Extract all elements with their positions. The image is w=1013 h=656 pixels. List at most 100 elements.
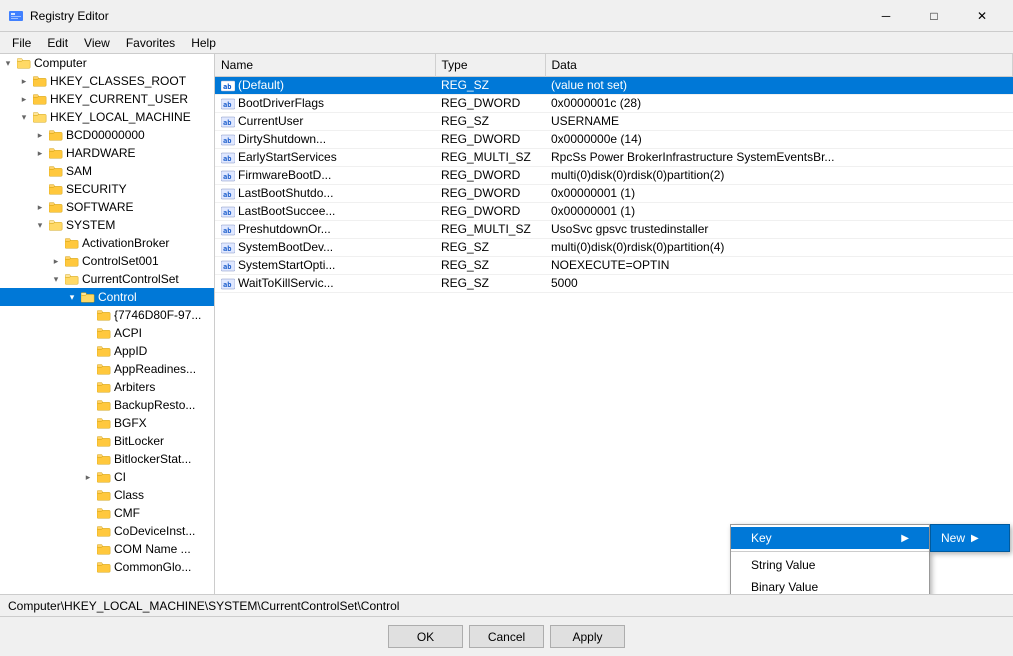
tree-label-hkcu: HKEY_CURRENT_USER (50, 92, 188, 106)
tree-item-activationbroker[interactable]: ActivationBroker (0, 234, 214, 252)
table-row[interactable]: abLastBootShutdo...REG_DWORD0x00000001 (… (215, 184, 1013, 202)
menu-item-favorites[interactable]: Favorites (118, 34, 183, 52)
menu-bar: FileEditViewFavoritesHelp (0, 32, 1013, 54)
tree-item-appid[interactable]: AppID (0, 342, 214, 360)
table-row[interactable]: abSystemBootDev...REG_SZmulti(0)disk(0)r… (215, 238, 1013, 256)
expand-arrow-bcd[interactable]: ▸ (32, 127, 48, 143)
tree-item-codeviceinst[interactable]: CoDeviceInst... (0, 522, 214, 540)
table-row[interactable]: abBootDriverFlagsREG_DWORD0x0000001c (28… (215, 94, 1013, 112)
ctx-key-item[interactable]: Key ▶ (731, 527, 929, 549)
expand-arrow-hklm[interactable]: ▾ (16, 109, 32, 125)
expand-arrow-ci[interactable]: ▸ (80, 469, 96, 485)
reg-value-icon: ab (221, 114, 238, 128)
tree-label-hardware: HARDWARE (66, 146, 136, 160)
submenu-new-label: New ▶ (930, 524, 1010, 552)
window-controls[interactable]: ─ □ ✕ (863, 1, 1005, 31)
menu-item-edit[interactable]: Edit (39, 34, 76, 52)
reg-value-icon: ab (221, 258, 238, 272)
tree-item-bgfx[interactable]: BGFX (0, 414, 214, 432)
ctx-separator (731, 551, 929, 552)
tree-item-hkcu[interactable]: ▸ HKEY_CURRENT_USER (0, 90, 214, 108)
svg-text:ab: ab (223, 173, 231, 181)
expand-arrow-system[interactable]: ▾ (32, 217, 48, 233)
minimize-button[interactable]: ─ (863, 1, 909, 31)
expand-arrow-software[interactable]: ▸ (32, 199, 48, 215)
expand-arrow-hkcu[interactable]: ▸ (16, 91, 32, 107)
folder-icon-appid (96, 344, 112, 358)
svg-text:ab: ab (223, 245, 231, 253)
tree-item-controlset001[interactable]: ▸ ControlSet001 (0, 252, 214, 270)
tree-item-ci[interactable]: ▸ CI (0, 468, 214, 486)
tree-item-arbiters[interactable]: Arbiters (0, 378, 214, 396)
tree-item-7746d80f[interactable]: {7746D80F-97... (0, 306, 214, 324)
folder-icon-bitlockerstat (96, 452, 112, 466)
expand-arrow-controlset001[interactable]: ▸ (48, 253, 64, 269)
table-row[interactable]: abWaitToKillServic...REG_SZ5000 (215, 274, 1013, 292)
table-row[interactable]: abFirmwareBootD...REG_DWORDmulti(0)disk(… (215, 166, 1013, 184)
reg-value-icon: ab (221, 168, 238, 182)
tree-item-software[interactable]: ▸ SOFTWARE (0, 198, 214, 216)
tree-item-sam[interactable]: SAM (0, 162, 214, 180)
tree-item-acpi[interactable]: ACPI (0, 324, 214, 342)
tree-item-hardware[interactable]: ▸ HARDWARE (0, 144, 214, 162)
table-row[interactable]: abSystemStartOpti...REG_SZNOEXECUTE=OPTI… (215, 256, 1013, 274)
folder-icon-cmf (96, 506, 112, 520)
tree-item-currentcontrolset[interactable]: ▾ CurrentControlSet (0, 270, 214, 288)
table-row[interactable]: abLastBootSuccee...REG_DWORD0x00000001 (… (215, 202, 1013, 220)
menu-item-view[interactable]: View (76, 34, 118, 52)
expand-arrow-acpi (80, 325, 96, 341)
cancel-button[interactable]: Cancel (469, 625, 544, 648)
app-icon (8, 8, 24, 24)
svg-text:ab: ab (223, 209, 231, 217)
tree-item-hkcr[interactable]: ▸ HKEY_CLASSES_ROOT (0, 72, 214, 90)
folder-icon-hklm (32, 110, 48, 124)
expand-arrow-hardware[interactable]: ▸ (32, 145, 48, 161)
tree-item-comname[interactable]: COM Name ... (0, 540, 214, 558)
ok-button[interactable]: OK (388, 625, 463, 648)
cell-name: abDirtyShutdown... (215, 130, 435, 148)
ctx-binary-value[interactable]: Binary Value (731, 576, 929, 594)
menu-item-help[interactable]: Help (183, 34, 224, 52)
reg-value-icon: ab (221, 240, 238, 254)
table-row[interactable]: ab(Default)REG_SZ(value not set) (215, 76, 1013, 94)
tree-item-hklm[interactable]: ▾ HKEY_LOCAL_MACHINE (0, 108, 214, 126)
registry-table-container[interactable]: Name Type Data ab(Default)REG_SZ(value n… (215, 54, 1013, 594)
tree-item-cmf[interactable]: CMF (0, 504, 214, 522)
table-row[interactable]: abPreshutdownOr...REG_MULTI_SZUsoSvc gps… (215, 220, 1013, 238)
col-header-data: Data (545, 54, 1013, 76)
expand-arrow-arbiters (80, 379, 96, 395)
tree-item-security[interactable]: SECURITY (0, 180, 214, 198)
folder-icon-sam (48, 164, 64, 178)
tree-item-system[interactable]: ▾ SYSTEM (0, 216, 214, 234)
expand-arrow-currentcontrolset[interactable]: ▾ (48, 271, 64, 287)
tree-item-backuprestore[interactable]: BackupResto... (0, 396, 214, 414)
close-button[interactable]: ✕ (959, 1, 1005, 31)
tree-item-bcd[interactable]: ▸ BCD00000000 (0, 126, 214, 144)
table-row[interactable]: abCurrentUserREG_SZUSERNAME (215, 112, 1013, 130)
cell-type: REG_DWORD (435, 202, 545, 220)
tree-label-computer: Computer (34, 56, 87, 70)
cell-name: abEarlyStartServices (215, 148, 435, 166)
expand-arrow-computer[interactable]: ▾ (0, 55, 16, 71)
table-row[interactable]: abEarlyStartServicesREG_MULTI_SZRpcSs Po… (215, 148, 1013, 166)
menu-item-file[interactable]: File (4, 34, 39, 52)
tree-item-commonglo[interactable]: CommonGlo... (0, 558, 214, 576)
apply-button[interactable]: Apply (550, 625, 625, 648)
table-row[interactable]: abDirtyShutdown...REG_DWORD0x0000000e (1… (215, 130, 1013, 148)
expand-arrow-hkcr[interactable]: ▸ (16, 73, 32, 89)
expand-arrow-control[interactable]: ▾ (64, 289, 80, 305)
maximize-button[interactable]: □ (911, 1, 957, 31)
tree-item-bitlocker[interactable]: BitLocker (0, 432, 214, 450)
tree-item-bitlockerstat[interactable]: BitlockerStat... (0, 450, 214, 468)
ctx-string-value[interactable]: String Value (731, 554, 929, 576)
ctx-key-label: Key (751, 531, 772, 545)
tree-item-control[interactable]: ▾ Control (0, 288, 214, 306)
cell-type: REG_SZ (435, 76, 545, 94)
tree-content[interactable]: ▾ Computer▸ HKEY_CLASSES_ROOT▸ HKEY_CURR… (0, 54, 214, 594)
tree-item-appreadiness[interactable]: AppReadines... (0, 360, 214, 378)
folder-icon-comname (96, 542, 112, 556)
expand-arrow-sam (32, 163, 48, 179)
tree-item-class[interactable]: Class (0, 486, 214, 504)
tree-item-computer[interactable]: ▾ Computer (0, 54, 214, 72)
svg-text:ab: ab (223, 83, 231, 91)
